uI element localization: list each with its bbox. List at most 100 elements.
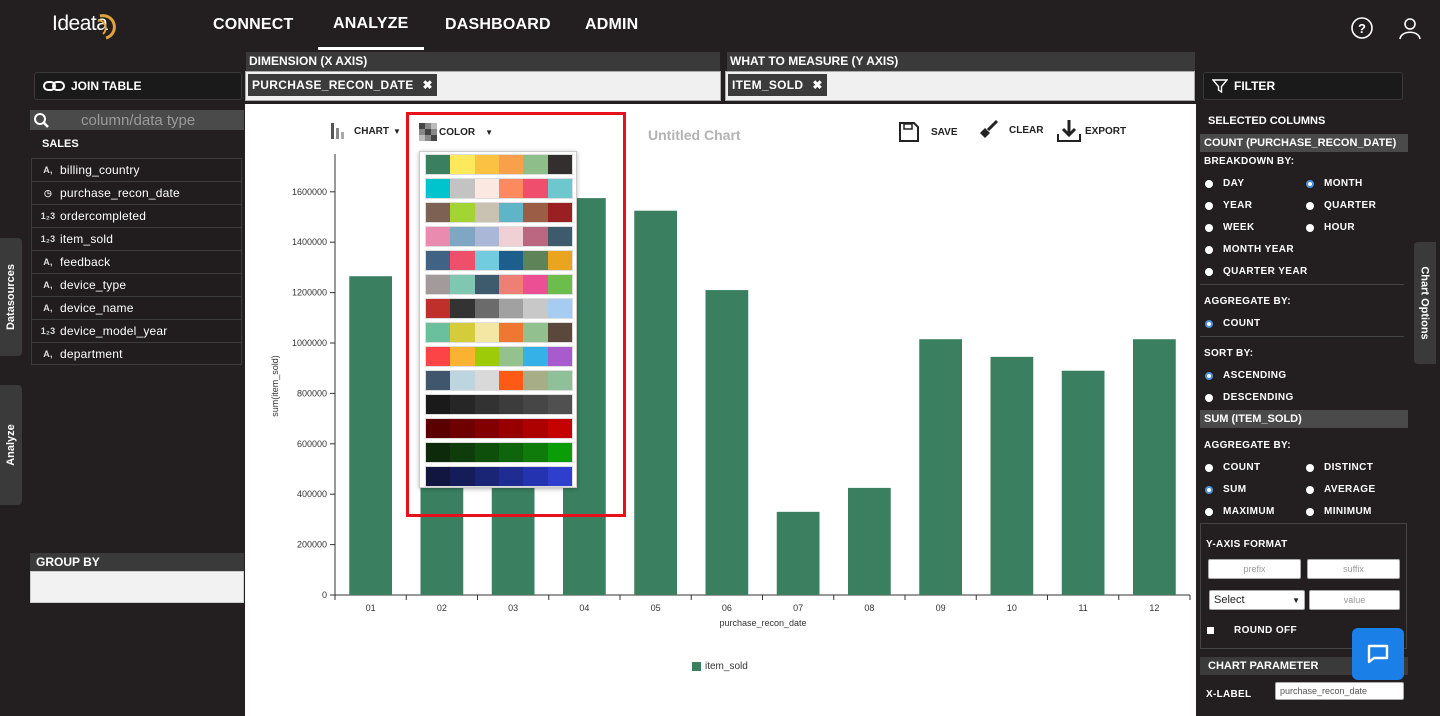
palette-option[interactable] (425, 370, 573, 391)
field-billing-country[interactable]: A, billing_country (31, 158, 242, 181)
radio-descending[interactable]: DESCENDING (1205, 392, 1294, 403)
radio-quarter-year[interactable]: QUARTER YEAR (1205, 266, 1308, 277)
bar[interactable] (1133, 339, 1176, 595)
radio-hour[interactable]: HOUR (1306, 222, 1355, 233)
palette-option[interactable] (425, 154, 573, 175)
bar[interactable] (848, 487, 891, 595)
field-device-name[interactable]: A, device_name (31, 296, 242, 319)
palette-option[interactable] (425, 466, 573, 487)
palette-swatch (450, 155, 475, 174)
tab-analyze[interactable]: Analyze (0, 385, 22, 505)
bar-chart: sum(item_sold) purchase_recon_date 0 2000… (270, 154, 1191, 628)
field-label: feedback (60, 255, 111, 269)
radio-count[interactable]: COUNT (1205, 462, 1261, 473)
palette-swatch (426, 467, 451, 486)
palette-swatch (498, 371, 524, 390)
measure-dropzone[interactable]: ITEM_SOLD ✖ (725, 71, 1195, 101)
radio-dot-selected (1205, 319, 1213, 328)
radio-month[interactable]: MONTH (1306, 178, 1363, 189)
radio-minimum[interactable]: MINIMUM (1306, 506, 1372, 517)
chat-button[interactable] (1352, 628, 1404, 680)
prefix-input[interactable]: prefix (1208, 559, 1301, 579)
dimension-header: DIMENSION (X AXIS) (246, 52, 720, 71)
palette-option[interactable] (425, 202, 573, 223)
bar[interactable] (634, 210, 677, 595)
palette-swatch (474, 155, 499, 174)
palette-option[interactable] (425, 442, 573, 463)
group-by-header: GROUP BY (30, 553, 244, 571)
search-icon (34, 113, 49, 128)
palette-option[interactable] (425, 178, 573, 199)
palette-option[interactable] (425, 250, 573, 271)
bar[interactable] (1061, 370, 1105, 595)
sum-column-header[interactable]: SUM (ITEM_SOLD) (1200, 410, 1408, 428)
help-icon[interactable]: ? (1350, 16, 1374, 40)
palette-option[interactable] (425, 346, 573, 367)
measure-chip[interactable]: ITEM_SOLD ✖ (728, 74, 827, 96)
palette-swatch (450, 419, 475, 438)
field-department[interactable]: A, department (31, 342, 242, 365)
format-select[interactable]: Select ▼ (1209, 590, 1305, 610)
radio-maximum[interactable]: MAXIMUM (1205, 506, 1275, 517)
column-search-input[interactable]: column/data type (30, 110, 244, 130)
chart-canvas: CHART ▼ COLOR ▼ Untitled Chart SAVE CLEA… (245, 104, 1196, 716)
group-by-dropzone[interactable] (30, 571, 244, 603)
palette-option[interactable] (425, 322, 573, 343)
nav-connect[interactable]: CONNECT (213, 0, 294, 50)
field-feedback[interactable]: A, feedback (31, 250, 242, 273)
palette-swatch (450, 467, 475, 486)
top-bar: Ideata CONNECT ANALYZE DASHBOARD ADMIN ? (0, 0, 1440, 52)
field-item-sold[interactable]: 1₂3 item_sold (31, 227, 242, 250)
join-table-button[interactable]: JOIN TABLE (34, 72, 242, 100)
radio-average[interactable]: AVERAGE (1306, 484, 1376, 495)
bar[interactable] (919, 339, 962, 595)
bar[interactable] (990, 356, 1034, 595)
field-list: A, billing_country ◷ purchase_recon_date 1… (31, 158, 242, 365)
bar[interactable] (705, 290, 749, 595)
suffix-input[interactable]: suffix (1307, 559, 1400, 579)
xlabel-input[interactable]: purchase_recon_date (1275, 682, 1404, 700)
field-purchase-recon-date[interactable]: ◷ purchase_recon_date (31, 181, 242, 204)
radio-agg-count[interactable]: COUNT (1205, 318, 1261, 329)
palette-swatch (547, 227, 572, 246)
radio-dot-selected (1205, 485, 1213, 494)
nav-admin[interactable]: ADMIN (585, 0, 638, 50)
nav-analyze[interactable]: ANALYZE (318, 0, 424, 50)
round-off-checkbox[interactable]: ROUND OFF (1207, 625, 1297, 636)
palette-swatch (498, 299, 524, 318)
radio-ascending[interactable]: ASCENDING (1205, 370, 1287, 381)
field-ordercompleted[interactable]: 1₂3 ordercompleted (31, 204, 242, 227)
palette-option[interactable] (425, 226, 573, 247)
radio-dot-selected (1205, 371, 1213, 380)
chart-options-tab[interactable]: Chart Options (1414, 242, 1436, 364)
palette-option[interactable] (425, 394, 573, 415)
nav-dashboard[interactable]: DASHBOARD (445, 0, 551, 50)
dimension-dropzone[interactable]: PURCHASE_RECON_DATE ✖ (245, 71, 721, 101)
chart-legend[interactable]: item_sold (692, 661, 748, 672)
radio-distinct[interactable]: DISTINCT (1306, 462, 1373, 473)
palette-option[interactable] (425, 298, 573, 319)
radio-month-year[interactable]: MONTH YEAR (1205, 244, 1294, 255)
count-column-header[interactable]: COUNT (PURCHASE_RECON_DATE) (1200, 134, 1408, 152)
field-device-model-year[interactable]: 1₂3 device_model_year (31, 319, 242, 342)
remove-chip-icon[interactable]: ✖ (423, 78, 433, 92)
value-input[interactable]: value (1309, 590, 1400, 610)
radio-dot (1205, 267, 1213, 276)
bar[interactable] (776, 511, 820, 595)
radio-quarter[interactable]: QUARTER (1306, 200, 1376, 211)
filter-label: FILTER (1234, 79, 1276, 93)
text-type-icon: A, (43, 257, 53, 267)
user-icon[interactable] (1398, 16, 1422, 40)
palette-option[interactable] (425, 418, 573, 439)
dimension-chip[interactable]: PURCHASE_RECON_DATE ✖ (248, 74, 437, 96)
radio-week[interactable]: WEEK (1205, 222, 1255, 233)
radio-year[interactable]: YEAR (1205, 200, 1252, 211)
palette-option[interactable] (425, 274, 573, 295)
filter-button[interactable]: FILTER (1203, 72, 1403, 100)
tab-datasources[interactable]: Datasources (0, 238, 22, 356)
remove-chip-icon[interactable]: ✖ (812, 78, 822, 92)
bar[interactable] (349, 276, 392, 595)
radio-sum[interactable]: SUM (1205, 484, 1246, 495)
radio-day[interactable]: DAY (1205, 178, 1244, 189)
field-device-type[interactable]: A, device_type (31, 273, 242, 296)
